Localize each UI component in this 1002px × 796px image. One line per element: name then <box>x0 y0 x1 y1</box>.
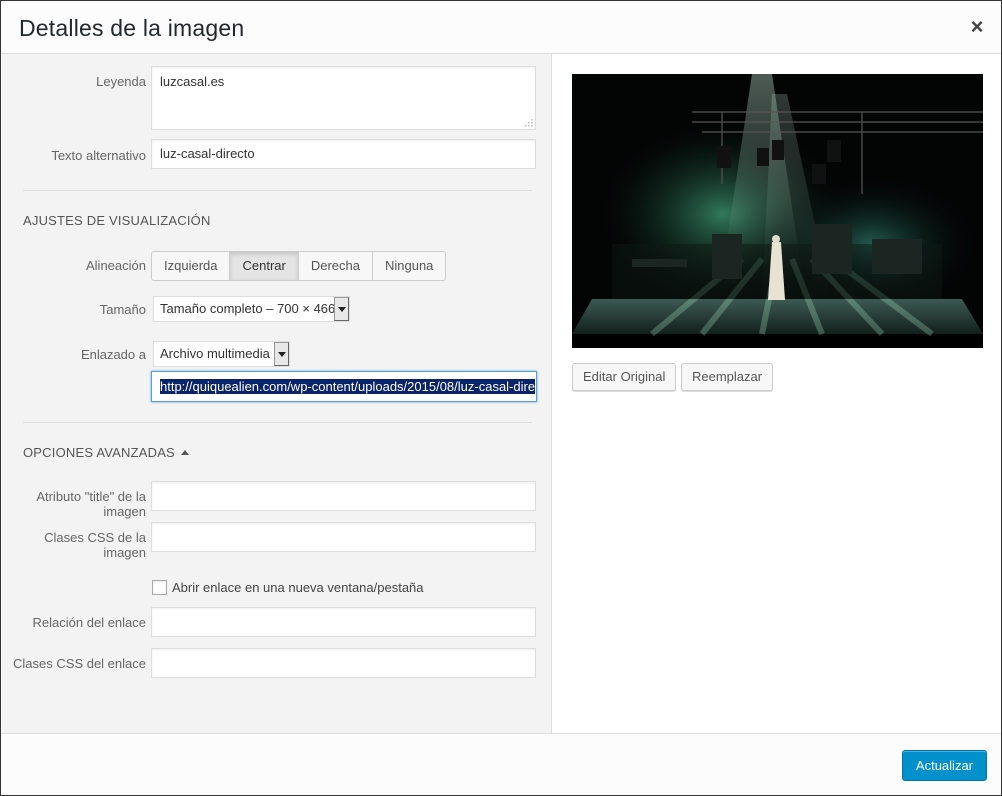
divider <box>23 422 532 423</box>
alt-text-label: Texto alternativo <box>51 148 146 163</box>
update-button[interactable]: Actualizar <box>901 750 987 781</box>
modal-title: Detalles de la imagen <box>19 15 245 41</box>
align-center-button[interactable]: Centrar <box>229 251 299 281</box>
alignment-label: Alineación <box>86 258 146 273</box>
display-settings-title: Ajustes de visualización <box>23 213 211 228</box>
align-right-button[interactable]: Derecha <box>297 251 373 281</box>
link-url-input[interactable]: http://quiquealien.com/wp-content/upload… <box>151 371 537 402</box>
stage-photo <box>572 74 983 348</box>
align-left-button[interactable]: Izquierda <box>151 251 231 281</box>
caption-value: luzcasal.es <box>160 74 225 89</box>
modal-header: Detalles de la imagen × <box>1 1 1001 54</box>
link-to-select[interactable]: Archivo multimedia <box>153 341 290 367</box>
modal-footer: Actualizar <box>1 733 1001 795</box>
size-select[interactable]: Tamaño completo – 700 × 466 <box>153 296 350 322</box>
settings-pane: Leyenda luzcasal.es Texto alternativo lu… <box>2 54 552 733</box>
image-title-input[interactable] <box>151 481 536 511</box>
image-css-label-line2: imagen <box>103 545 146 560</box>
size-select-value: Tamaño completo – 700 × 466 <box>160 301 336 316</box>
link-url-value: http://quiquealien.com/wp-content/upload… <box>160 379 536 394</box>
image-details-modal: Detalles de la imagen × Leyenda luzcasal… <box>0 0 1002 796</box>
new-tab-checkbox[interactable] <box>152 580 167 595</box>
link-rel-label: Relación del enlace <box>32 615 146 630</box>
link-css-input[interactable] <box>151 648 536 678</box>
caption-label: Leyenda <box>96 74 146 89</box>
link-css-label: Clases CSS del enlace <box>13 656 146 671</box>
image-css-label: Clases CSS de la imagen <box>2 530 146 560</box>
triangle-up-icon <box>180 450 189 455</box>
new-tab-label[interactable]: Abrir enlace en una nueva ventana/pestañ… <box>172 580 424 595</box>
image-title-label-line1: Atributo "title" de la <box>36 489 146 504</box>
image-css-input[interactable] <box>151 522 536 552</box>
alt-text-value: luz-casal-directo <box>160 146 255 161</box>
edit-original-button[interactable]: Editar Original <box>572 363 677 391</box>
resize-grip-icon[interactable] <box>523 117 533 127</box>
link-to-select-value: Archivo multimedia <box>160 346 270 361</box>
chevron-down-icon[interactable] <box>274 342 289 366</box>
replace-button[interactable]: Reemplazar <box>681 363 774 391</box>
image-title-label: Atributo "title" de la imagen <box>2 489 146 519</box>
alignment-button-group: Izquierda Centrar Derecha Ninguna <box>151 251 447 281</box>
link-to-label: Enlazado a <box>80 347 146 362</box>
link-rel-input[interactable] <box>151 607 536 637</box>
alt-text-input[interactable]: luz-casal-directo <box>151 139 536 169</box>
close-icon[interactable]: × <box>967 16 987 38</box>
align-none-button[interactable]: Ninguna <box>371 251 447 281</box>
image-css-label-line1: Clases CSS de la <box>44 530 146 545</box>
preview-pane: Editar Original Reemplazar <box>553 54 1001 733</box>
caption-textarea[interactable]: luzcasal.es <box>151 66 536 130</box>
divider <box>23 190 532 191</box>
advanced-options-title: Opciones avanzadas <box>23 445 175 460</box>
image-title-label-line2: imagen <box>103 504 146 519</box>
chevron-down-icon[interactable] <box>334 297 349 321</box>
size-label: Tamaño <box>99 302 146 317</box>
advanced-options-toggle[interactable]: Opciones avanzadas <box>23 445 189 460</box>
image-preview <box>572 74 983 348</box>
